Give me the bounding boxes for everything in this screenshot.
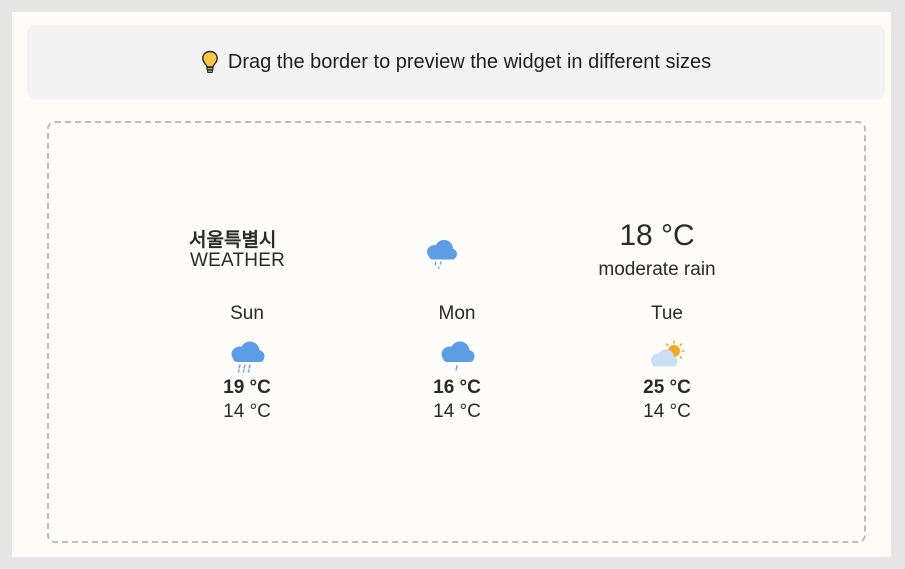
forecast-high-temperature: 16 °C	[433, 377, 481, 398]
heavy-rain-cloud-icon	[231, 341, 265, 373]
current-temperature: 18 °C	[619, 219, 695, 252]
forecast-low-temperature: 14 °C	[433, 401, 481, 422]
forecast-high-temperature: 19 °C	[223, 377, 271, 398]
forecast-day-name: Sun	[230, 303, 264, 324]
forecast-day-name: Mon	[438, 303, 476, 324]
page-background: Drag the border to preview the widget in…	[12, 12, 891, 557]
city-name: 서울특별시	[189, 230, 277, 251]
forecast-day-name: Tue	[650, 303, 684, 324]
forecast-day: Tue 25 °C 14 °C	[607, 303, 727, 425]
forecast-day: Mon 16 °C 14 °C	[397, 303, 517, 425]
rain-cloud-icon	[427, 240, 457, 270]
weather-label: WEATHER	[190, 250, 285, 271]
lightbulb-icon	[201, 50, 218, 74]
current-description: moderate rain	[598, 259, 716, 280]
forecast-low-temperature: 14 °C	[643, 401, 691, 422]
rain-cloud-icon	[441, 341, 475, 371]
resizable-widget-frame[interactable]: 서울특별시 WEATHER 18 °C moderate rain Sun 19…	[47, 121, 866, 543]
forecast-day: Sun 19 °C 14 °C	[187, 303, 307, 425]
resize-hint-text: Drag the border to preview the widget in…	[227, 50, 712, 73]
forecast-high-temperature: 25 °C	[643, 377, 691, 398]
sun-behind-cloud-icon	[651, 340, 685, 367]
resize-hint-banner: Drag the border to preview the widget in…	[27, 25, 885, 99]
forecast-low-temperature: 14 °C	[223, 401, 271, 422]
